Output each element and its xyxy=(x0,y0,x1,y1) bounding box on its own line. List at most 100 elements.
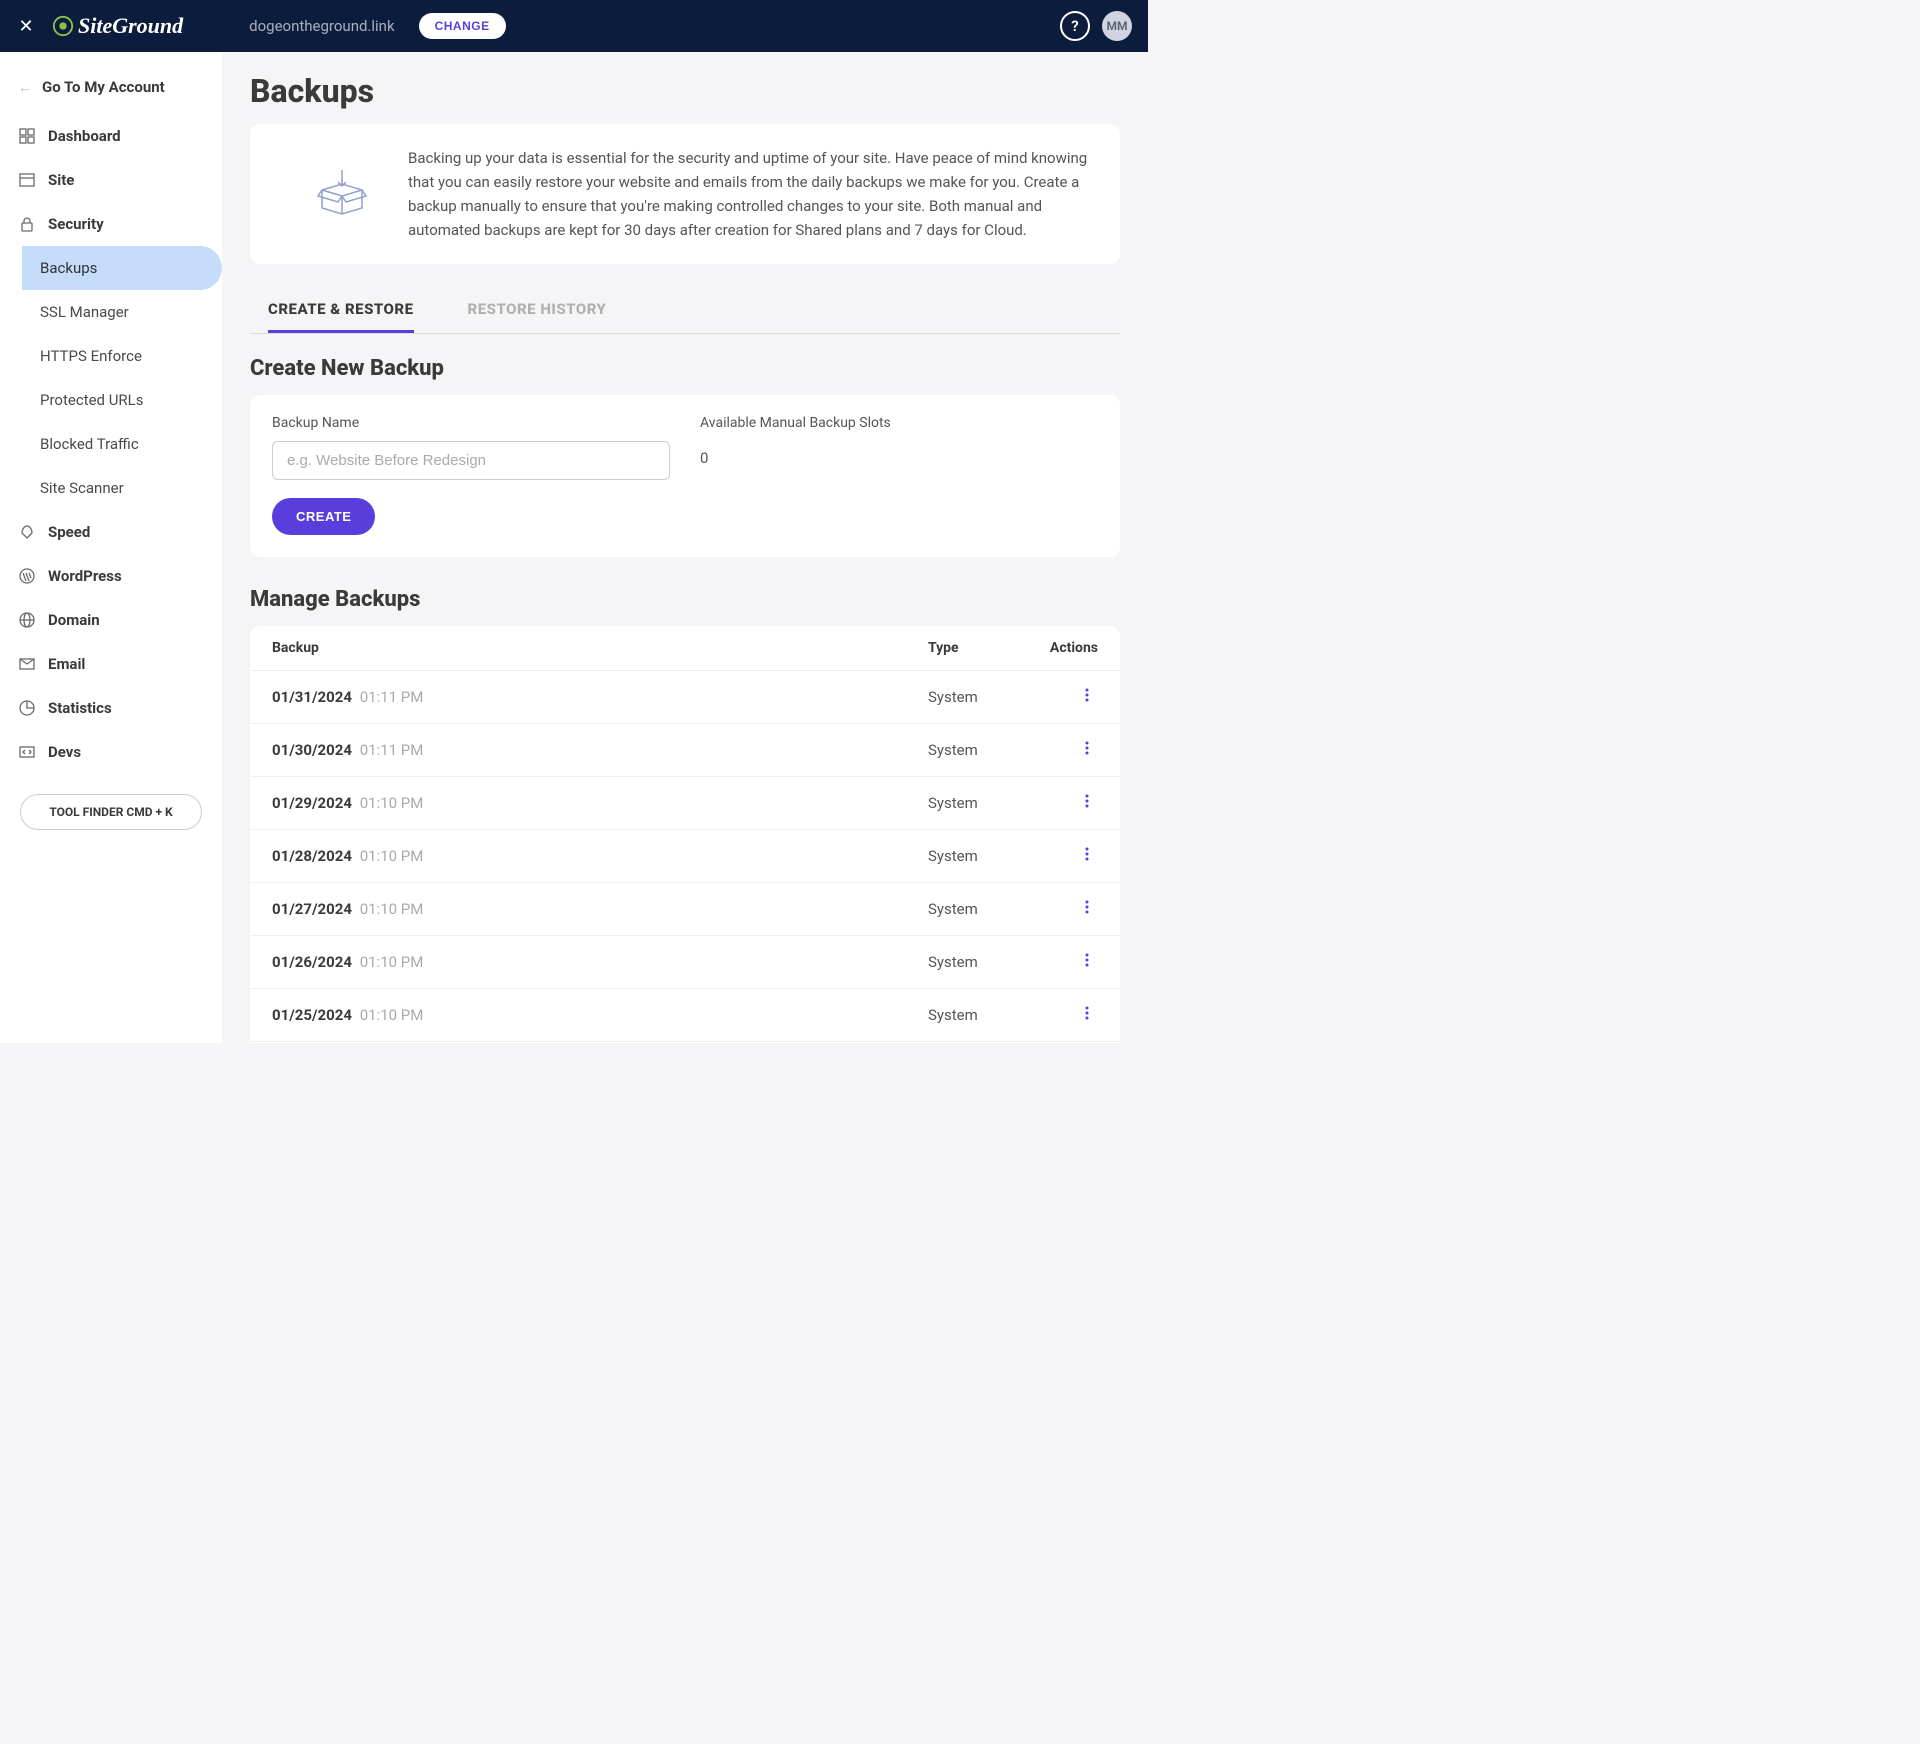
backup-date: 01/30/2024 xyxy=(272,741,352,759)
backup-date: 01/27/2024 xyxy=(272,900,352,918)
window-icon xyxy=(18,171,36,189)
tab-restore-history[interactable]: RESTORE HISTORY xyxy=(468,288,607,333)
backup-name-input[interactable] xyxy=(272,441,670,480)
back-to-account-link[interactable]: ← Go To My Account xyxy=(0,70,222,114)
row-actions-menu[interactable] xyxy=(1028,740,1098,760)
change-button[interactable]: CHANGE xyxy=(419,13,506,39)
dots-vertical-icon xyxy=(1080,687,1094,703)
dots-vertical-icon xyxy=(1080,846,1094,862)
close-icon[interactable]: ✕ xyxy=(16,16,36,37)
dots-vertical-icon xyxy=(1080,952,1094,968)
arrow-left-icon: ← xyxy=(18,79,32,96)
row-actions-menu[interactable] xyxy=(1028,899,1098,919)
create-card: Backup Name Available Manual Backup Slot… xyxy=(250,395,1120,557)
domain-text: dogeontheground.link xyxy=(249,17,394,35)
tool-finder-button[interactable]: TOOL FINDER CMD + K xyxy=(20,794,202,830)
backup-time: 01:10 PM xyxy=(356,794,423,812)
sidebar-item-label: Site xyxy=(48,171,74,189)
topbar: ✕ SiteGround dogeontheground.link CHANGE… xyxy=(0,0,1148,52)
create-button[interactable]: CREATE xyxy=(272,498,375,535)
grid-icon xyxy=(18,127,36,145)
table-row: 01/25/2024 01:10 PMSystem xyxy=(250,989,1120,1042)
table-row: 01/28/2024 01:10 PM System xyxy=(250,830,1120,883)
dots-vertical-icon xyxy=(1080,793,1094,809)
backup-time: 01:11 PM xyxy=(356,688,423,706)
sidebar-item-label: Statistics xyxy=(48,699,112,717)
backup-type: System xyxy=(928,794,1028,812)
backup-date: 01/29/2024 xyxy=(272,794,352,812)
sidebar-item-speed[interactable]: Speed xyxy=(0,510,222,554)
backup-time: 01:10 PM xyxy=(356,900,423,918)
main-content: Backups Backing up your data is essentia… xyxy=(222,52,1148,1043)
backups-table: Backup Type Actions 01/31/2024 01:11 PMS… xyxy=(250,626,1120,1043)
backup-type: System xyxy=(928,847,1028,865)
col-header-actions: Actions xyxy=(1028,640,1098,656)
table-row: 01/30/2024 01:11 PMSystem xyxy=(250,724,1120,777)
table-row: 01/24/2024 01:10 PMSystem xyxy=(250,1042,1120,1043)
table-row: 01/31/2024 01:11 PMSystem xyxy=(250,671,1120,724)
table-header: Backup Type Actions xyxy=(250,626,1120,671)
globe-icon xyxy=(18,611,36,629)
create-section-title: Create New Backup xyxy=(250,356,1120,381)
col-header-backup: Backup xyxy=(272,640,928,656)
tab-create-restore[interactable]: CREATE & RESTORE xyxy=(268,288,414,333)
backup-time: 01:10 PM xyxy=(356,1006,423,1024)
page-title: Backups xyxy=(250,72,1120,110)
row-actions-menu[interactable] xyxy=(1028,952,1098,972)
logo[interactable]: SiteGround xyxy=(52,13,183,39)
code-icon xyxy=(18,743,36,761)
row-actions-menu[interactable] xyxy=(1028,687,1098,707)
row-actions-menu[interactable] xyxy=(1028,1005,1098,1025)
sidebar-item-devs[interactable]: Devs xyxy=(0,730,222,774)
sidebar-item-statistics[interactable]: Statistics xyxy=(0,686,222,730)
sidebar-item-dashboard[interactable]: Dashboard xyxy=(0,114,222,158)
mail-icon xyxy=(18,655,36,673)
sidebar-item-label: Dashboard xyxy=(48,127,121,145)
manage-section-title: Manage Backups xyxy=(250,587,1120,612)
logo-mark-icon xyxy=(52,15,74,37)
sidebar-item-label: Domain xyxy=(48,611,100,629)
table-row: 01/27/2024 01:10 PM System xyxy=(250,883,1120,936)
backup-time: 01:10 PM xyxy=(356,847,423,865)
backup-type: System xyxy=(928,1006,1028,1024)
row-actions-menu[interactable] xyxy=(1028,793,1098,813)
sidebar: ← Go To My Account Dashboard Site Securi… xyxy=(0,52,222,1043)
col-header-type: Type xyxy=(928,640,1028,656)
sidebar-sub-site-scanner[interactable]: Site Scanner xyxy=(22,466,222,510)
backup-type: System xyxy=(928,741,1028,759)
backup-date: 01/26/2024 xyxy=(272,953,352,971)
backup-name-label: Backup Name xyxy=(272,415,670,431)
box-icon xyxy=(312,164,372,224)
rocket-icon xyxy=(18,523,36,541)
sidebar-sub-https-enforce[interactable]: HTTPS Enforce xyxy=(22,334,222,378)
sidebar-sub-ssl[interactable]: SSL Manager xyxy=(22,290,222,334)
dots-vertical-icon xyxy=(1080,899,1094,915)
table-row: 01/29/2024 01:10 PM System xyxy=(250,777,1120,830)
sidebar-item-domain[interactable]: Domain xyxy=(0,598,222,642)
dots-vertical-icon xyxy=(1080,1005,1094,1021)
backup-date: 01/28/2024 xyxy=(272,847,352,865)
tabs: CREATE & RESTORE RESTORE HISTORY xyxy=(250,288,1120,334)
intro-card: Backing up your data is essential for th… xyxy=(250,124,1120,264)
backup-type: System xyxy=(928,688,1028,706)
row-actions-menu[interactable] xyxy=(1028,846,1098,866)
table-row: 01/26/2024 01:10 PMSystem xyxy=(250,936,1120,989)
sidebar-item-email[interactable]: Email xyxy=(0,642,222,686)
lock-icon xyxy=(18,215,36,233)
slots-label: Available Manual Backup Slots xyxy=(700,415,1098,431)
avatar[interactable]: MM xyxy=(1102,11,1132,41)
sidebar-item-site[interactable]: Site xyxy=(0,158,222,202)
sidebar-item-wordpress[interactable]: WordPress xyxy=(0,554,222,598)
sidebar-item-security[interactable]: Security xyxy=(0,202,222,246)
backup-time: 01:10 PM xyxy=(356,953,423,971)
sidebar-item-label: Email xyxy=(48,655,85,673)
sidebar-sub-blocked-traffic[interactable]: Blocked Traffic xyxy=(22,422,222,466)
sidebar-item-label: Devs xyxy=(48,743,81,761)
sidebar-sub-backups[interactable]: Backups xyxy=(22,246,222,290)
backup-type: System xyxy=(928,900,1028,918)
logo-text: SiteGround xyxy=(78,13,183,39)
wordpress-icon xyxy=(18,567,36,585)
help-icon[interactable]: ? xyxy=(1060,11,1090,41)
sidebar-item-label: Speed xyxy=(48,523,90,541)
sidebar-sub-protected-urls[interactable]: Protected URLs xyxy=(22,378,222,422)
